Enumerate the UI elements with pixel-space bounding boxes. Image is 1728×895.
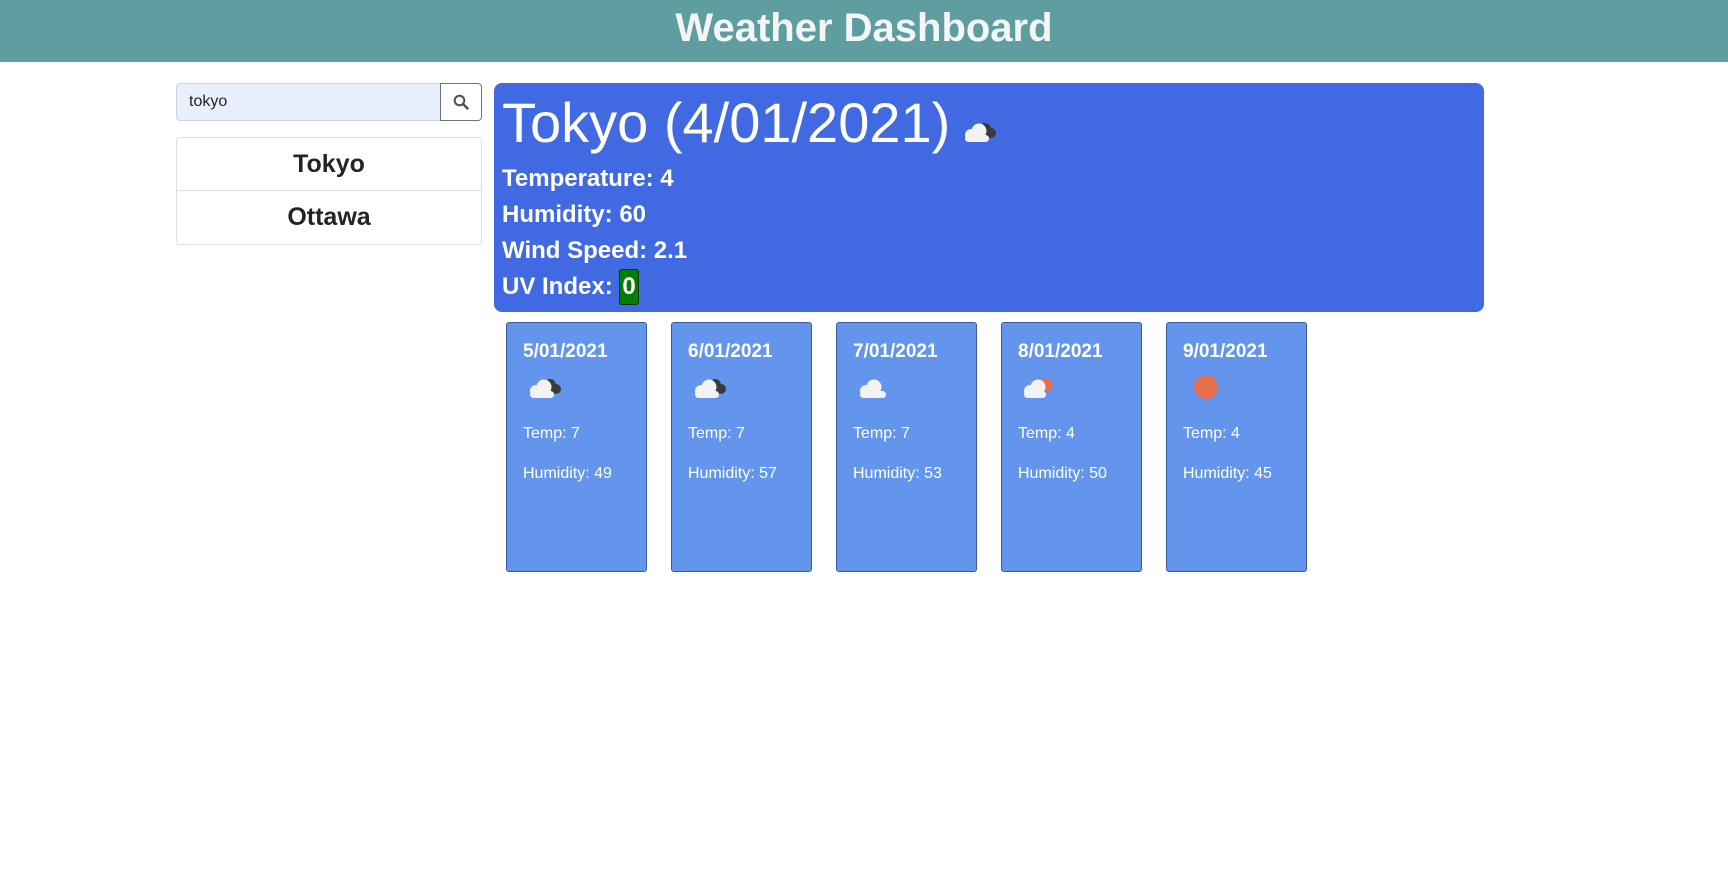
- cloud-icon: [853, 372, 960, 412]
- uv-index-badge: 0: [619, 269, 639, 306]
- page-title: Weather Dashboard: [675, 6, 1053, 50]
- search-icon: [441, 94, 481, 110]
- search-form: [176, 83, 482, 121]
- current-wind-speed: Wind Speed: 2.1: [502, 237, 688, 265]
- sun-icon: [1183, 372, 1290, 412]
- forecast-card: 7/01/2021 Temp: 7 Humidity: 53: [836, 322, 977, 572]
- forecast-temp: Temp: 4: [1183, 425, 1240, 442]
- current-uv-index: UV Index: 0: [502, 269, 1476, 306]
- cloud-dark-icon: [523, 372, 630, 412]
- forecast-date: 5/01/2021: [523, 341, 608, 362]
- forecast-temp: Temp: 7: [853, 425, 910, 442]
- forecast-temp: Temp: 4: [1018, 425, 1075, 442]
- forecast-humidity: Humidity: 50: [1018, 465, 1107, 482]
- search-history-list: Tokyo Ottawa: [176, 137, 482, 245]
- forecast-card: 5/01/2021 Temp: 7 Humidity: 49: [506, 322, 647, 572]
- cloud-dark-icon: [958, 93, 998, 161]
- current-temperature: Temperature: 4: [502, 165, 674, 193]
- current-humidity: Humidity: 60: [502, 201, 647, 229]
- forecast-date: 8/01/2021: [1018, 341, 1103, 362]
- forecast-card: 8/01/2021 Temp: 4 Humidity: 50: [1001, 322, 1142, 572]
- forecast-date: 7/01/2021: [853, 341, 938, 362]
- forecast-humidity: Humidity: 49: [523, 465, 612, 482]
- search-input[interactable]: [176, 83, 440, 121]
- search-button[interactable]: [440, 83, 482, 121]
- current-weather-heading: Tokyo (4/01/2021): [502, 89, 1476, 161]
- cloud-sun-icon: [1018, 372, 1125, 412]
- forecast-card: 9/01/2021 Temp: 4 Humidity: 45: [1166, 322, 1307, 572]
- forecast-temp: Temp: 7: [688, 425, 745, 442]
- history-item-tokyo[interactable]: Tokyo: [176, 137, 482, 191]
- current-city-date: Tokyo (4/01/2021): [502, 91, 951, 154]
- forecast-date: 9/01/2021: [1183, 341, 1268, 362]
- forecast-humidity: Humidity: 53: [853, 465, 942, 482]
- forecast-humidity: Humidity: 45: [1183, 465, 1272, 482]
- forecast-date: 6/01/2021: [688, 341, 773, 362]
- current-weather-card: Tokyo (4/01/2021) Temperature: 4 Humidit…: [494, 83, 1484, 312]
- cloud-dark-icon: [688, 372, 795, 412]
- app-header: Weather Dashboard: [0, 0, 1728, 62]
- forecast-humidity: Humidity: 57: [688, 465, 777, 482]
- history-item-ottawa[interactable]: Ottawa: [176, 191, 482, 245]
- uv-index-label: UV Index:: [502, 273, 613, 301]
- forecast-temp: Temp: 7: [523, 425, 580, 442]
- forecast-card: 6/01/2021 Temp: 7 Humidity: 57: [671, 322, 812, 572]
